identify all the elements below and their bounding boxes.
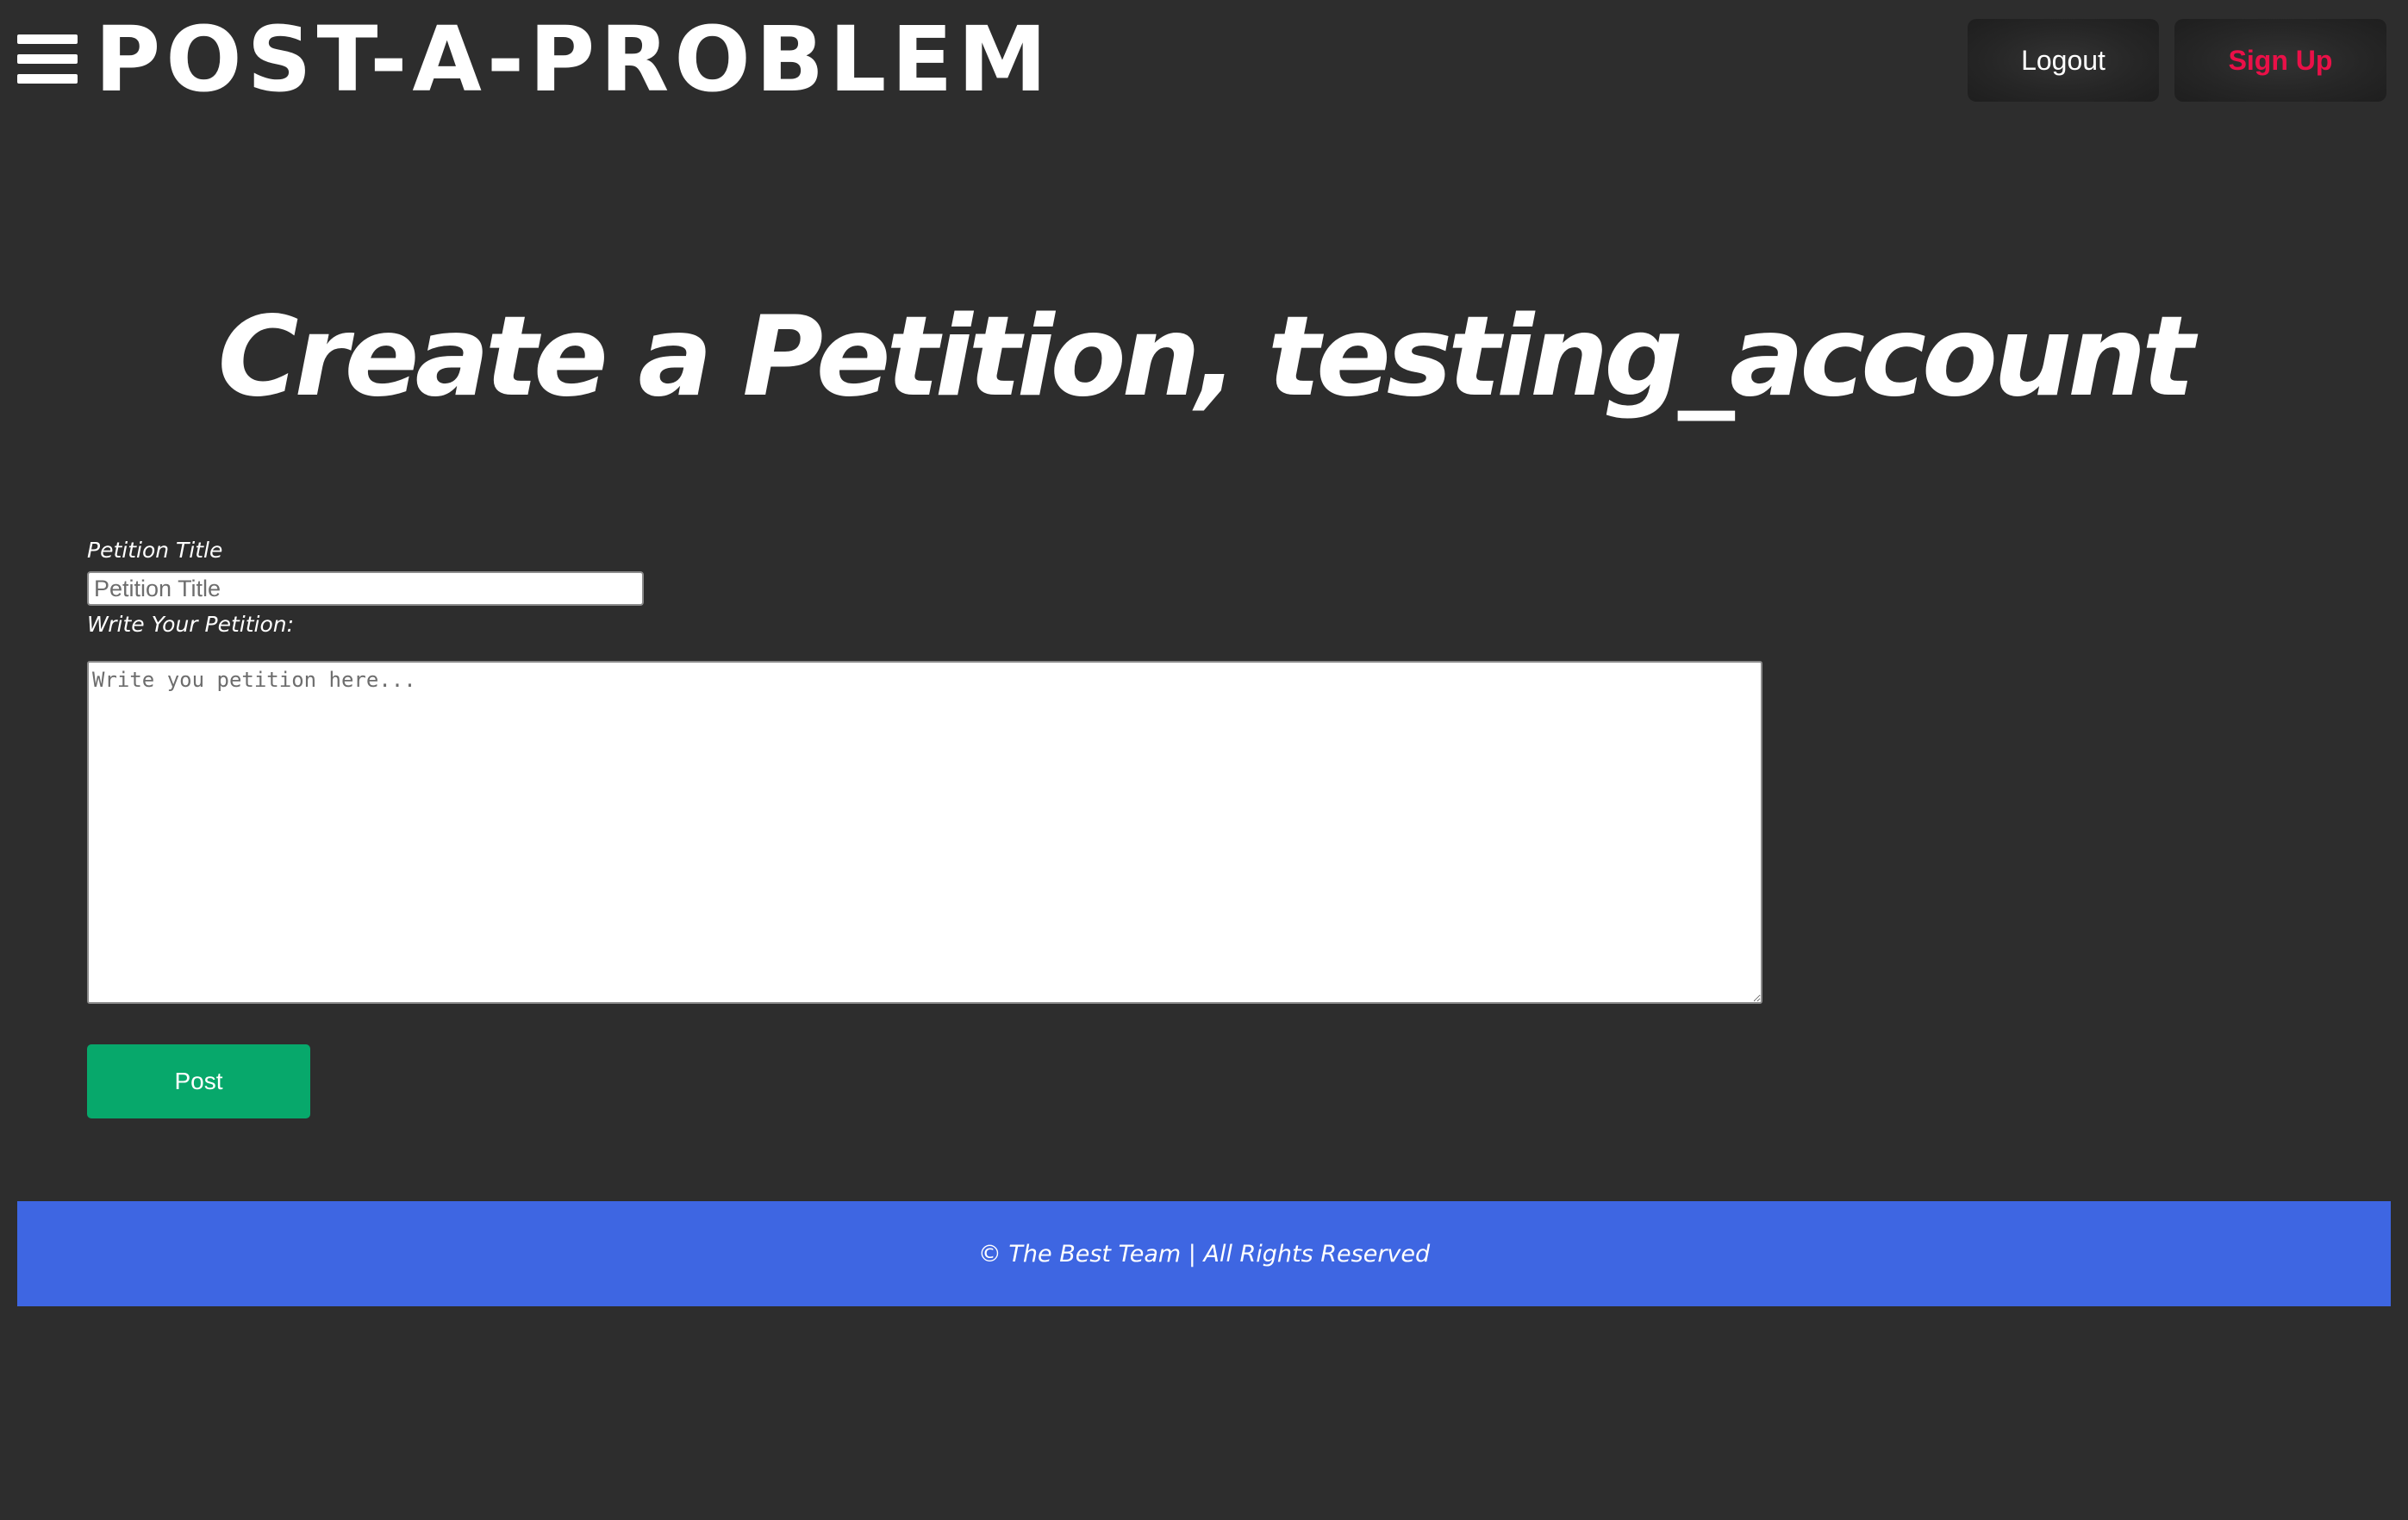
post-button[interactable]: Post xyxy=(87,1044,310,1118)
site-header: POST-A-PROBLEM Logout Sign Up xyxy=(0,0,2408,121)
signup-button[interactable]: Sign Up xyxy=(2174,19,2386,102)
petition-body-label: Write Your Petition: xyxy=(87,612,295,637)
hamburger-bar xyxy=(17,74,78,84)
petition-title-label: Petition Title xyxy=(87,538,223,563)
hamburger-menu-icon[interactable] xyxy=(17,34,78,86)
hamburger-bar xyxy=(17,54,78,64)
hamburger-bar xyxy=(17,34,78,44)
petition-title-input[interactable] xyxy=(87,571,644,606)
site-footer: © The Best Team | All Rights Reserved xyxy=(17,1201,2391,1306)
petition-body-textarea[interactable] xyxy=(87,661,1762,1004)
page-title: Create a Petition, testing_account xyxy=(217,293,2195,421)
footer-copyright: © The Best Team | All Rights Reserved xyxy=(977,1240,1431,1268)
logout-button[interactable]: Logout xyxy=(1968,19,2159,102)
site-logo[interactable]: POST-A-PROBLEM xyxy=(95,12,1052,107)
